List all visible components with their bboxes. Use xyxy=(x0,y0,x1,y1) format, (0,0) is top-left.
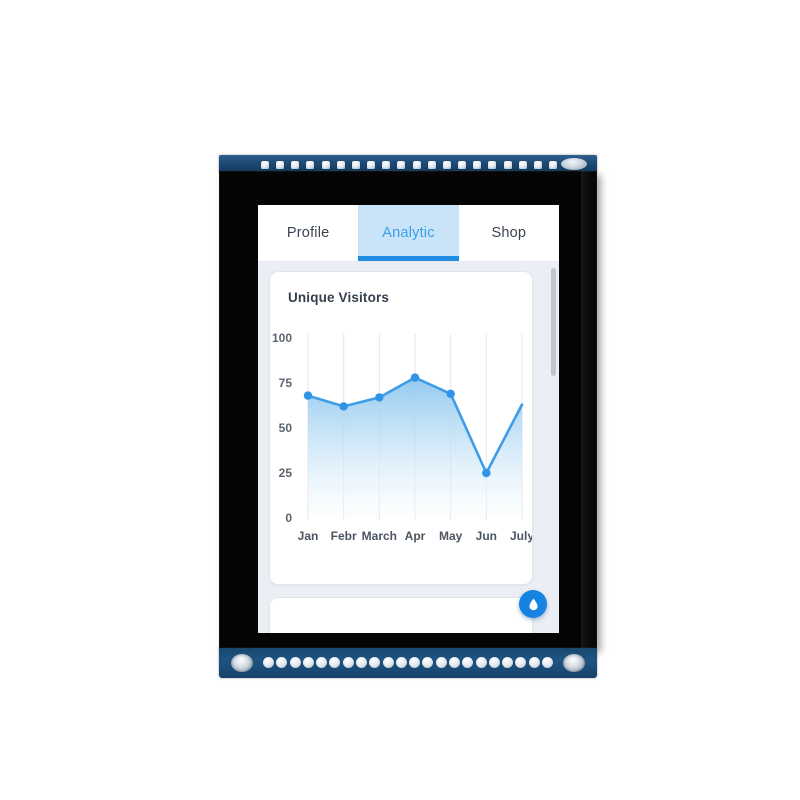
pin-header-top xyxy=(261,160,557,169)
header-pin xyxy=(306,160,315,169)
header-pin xyxy=(367,160,376,169)
header-pin xyxy=(528,657,540,668)
header-pin xyxy=(276,657,288,668)
x-axis-tick-label: Apr xyxy=(405,529,426,543)
header-pin xyxy=(503,160,512,169)
header-pin xyxy=(276,160,285,169)
header-pin xyxy=(515,657,527,668)
header-pin xyxy=(409,657,421,668)
header-pin xyxy=(541,657,553,668)
header-pin xyxy=(342,657,354,668)
mount-hole-bottom-left xyxy=(231,654,253,672)
tab-profile-label: Profile xyxy=(286,225,330,241)
header-pin xyxy=(261,160,269,169)
header-pin xyxy=(458,160,467,169)
y-axis-tick-label: 50 xyxy=(279,421,293,435)
header-pin xyxy=(412,160,421,169)
scrollbar-thumb[interactable] xyxy=(551,268,556,376)
header-pin xyxy=(336,160,345,169)
header-pin xyxy=(316,657,328,668)
unique-visitors-card: Unique Visitors 100 75 50 25 0 Jan Febr March Ap… xyxy=(269,271,533,585)
chart-data-point[interactable] xyxy=(303,391,313,400)
next-card-partial xyxy=(269,597,533,633)
header-pin xyxy=(382,657,394,668)
header-pin xyxy=(291,160,300,169)
chart-svg: 100 75 50 25 0 Jan Febr March Apr May Jun July xyxy=(272,331,532,543)
header-pin xyxy=(422,657,434,668)
header-pin xyxy=(533,160,542,169)
tab-analytic[interactable]: Analytic xyxy=(358,205,459,261)
screenshot-stage: Profile Analytic Shop Unique Visitors 10… xyxy=(0,0,800,800)
header-pin xyxy=(355,657,367,668)
chart-data-point[interactable] xyxy=(446,389,455,398)
header-pin xyxy=(448,657,460,668)
mount-hole-bottom-right xyxy=(563,654,585,672)
visitors-area-chart: 100 75 50 25 0 Jan Febr March Apr May Jun July xyxy=(270,326,532,576)
pcb-bottom-strip xyxy=(219,648,597,678)
tab-shop-label: Shop xyxy=(491,225,527,241)
header-pin xyxy=(488,657,500,668)
y-axis-tick-label: 100 xyxy=(272,331,292,345)
tab-analytic-label: Analytic xyxy=(382,225,435,241)
header-pin xyxy=(473,160,482,169)
header-pin xyxy=(462,657,474,668)
tab-shop[interactable]: Shop xyxy=(459,205,559,261)
water-drop-fab-button[interactable] xyxy=(519,590,547,618)
water-drop-icon xyxy=(528,598,538,610)
header-pin xyxy=(263,657,274,668)
header-pin xyxy=(488,160,497,169)
x-axis-tick-label: March xyxy=(362,529,397,543)
mount-hole-top-right xyxy=(561,158,587,170)
header-pin xyxy=(442,160,451,169)
x-axis-tick-label: Jan xyxy=(298,529,319,543)
tab-active-underline xyxy=(358,256,459,261)
chart-data-point[interactable] xyxy=(482,468,491,478)
x-axis-tick-label: May xyxy=(439,529,463,543)
y-axis-tick-label: 0 xyxy=(285,511,292,525)
header-pin xyxy=(369,657,381,668)
tft-display-device: Profile Analytic Shop Unique Visitors 10… xyxy=(219,155,597,678)
display-bezel: Profile Analytic Shop Unique Visitors 10… xyxy=(219,171,597,648)
display-screen: Profile Analytic Shop Unique Visitors 10… xyxy=(258,205,559,633)
chart-data-point[interactable] xyxy=(339,402,348,411)
pin-header-bottom xyxy=(263,656,553,669)
header-pin xyxy=(382,160,391,169)
header-pin xyxy=(397,160,406,169)
x-axis-tick-label: Febr xyxy=(331,529,357,543)
bezel-sheen xyxy=(581,171,597,648)
y-axis-tick-label: 25 xyxy=(279,466,293,480)
chart-data-point[interactable] xyxy=(375,393,384,402)
tab-profile[interactable]: Profile xyxy=(258,205,358,261)
header-pin xyxy=(321,160,330,169)
header-pin xyxy=(395,657,407,668)
tab-bar: Profile Analytic Shop xyxy=(258,205,559,262)
header-pin xyxy=(548,160,557,169)
header-pin xyxy=(302,657,314,668)
content-scroll-area[interactable]: Unique Visitors 100 75 50 25 0 Jan Febr March Ap… xyxy=(258,262,559,633)
header-pin xyxy=(289,657,301,668)
header-pin xyxy=(518,160,527,169)
card-title: Unique Visitors xyxy=(288,290,390,305)
x-axis-tick-label: Jun xyxy=(476,529,497,543)
header-pin xyxy=(502,657,514,668)
x-axis-tick-label: July xyxy=(510,529,532,543)
header-pin xyxy=(351,160,360,169)
header-pin xyxy=(435,657,447,668)
y-axis-tick-label: 75 xyxy=(279,376,293,390)
header-pin xyxy=(427,160,436,169)
header-pin xyxy=(475,657,487,668)
header-pin xyxy=(329,657,341,668)
chart-data-point[interactable] xyxy=(410,373,420,382)
